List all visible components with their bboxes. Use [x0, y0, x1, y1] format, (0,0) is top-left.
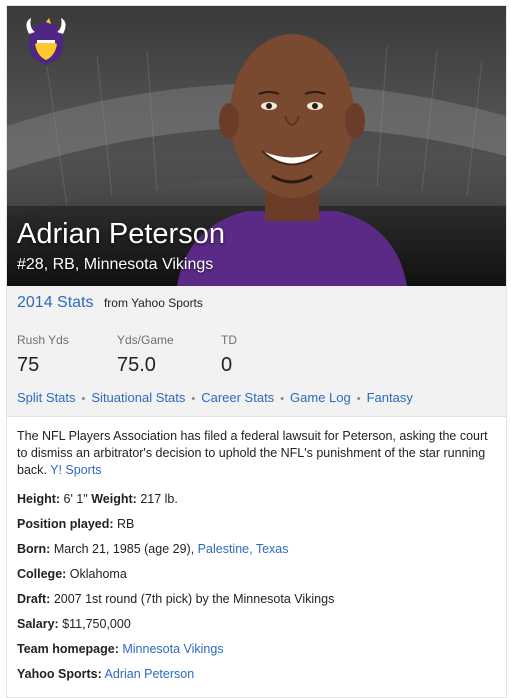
career-stats-link[interactable]: Career Stats [201, 390, 274, 405]
fact-position: Position played: RB [17, 517, 134, 531]
player-knowledge-card: Adrian Peterson #28, RB, Minnesota Vikin… [6, 5, 507, 698]
position-value: RB [117, 517, 135, 531]
fact-team-homepage: Team homepage: Minnesota Vikings [17, 642, 224, 656]
vikings-helmet-logo-icon [26, 18, 66, 64]
stats-header: 2014 Stats from Yahoo Sports [17, 294, 203, 312]
fact-height-weight: Height: 6' 1" Weight: 217 lb. [17, 492, 178, 506]
fantasy-link[interactable]: Fantasy [367, 390, 413, 405]
stat-label: TD [221, 333, 237, 347]
height-value: 6' 1" [63, 492, 88, 506]
stats-source: from Yahoo Sports [103, 296, 203, 310]
game-log-link[interactable]: Game Log [290, 390, 351, 405]
birthplace-link[interactable]: Palestine, Texas [198, 542, 289, 556]
player-subtitle: #28, RB, Minnesota Vikings [17, 256, 214, 273]
fact-draft: Draft: 2007 1st round (7th pick) by the … [17, 592, 334, 606]
height-label: Height: [17, 492, 61, 506]
stat-value: 0 [221, 354, 233, 376]
draft-value: 2007 1st round (7th pick) by the Minneso… [53, 592, 335, 606]
stat-yds-per-game: Yds/Game 75.0 [117, 333, 174, 377]
situational-stats-link[interactable]: Situational Stats [91, 390, 185, 405]
stats-panel: 2014 Stats from Yahoo Sports Rush Yds 75… [7, 286, 506, 417]
link-separator: • [191, 393, 196, 405]
yahoo-sports-label: Yahoo Sports: [17, 667, 102, 681]
player-hero-banner: Adrian Peterson #28, RB, Minnesota Vikin… [7, 6, 506, 286]
weight-label: Weight: [91, 492, 137, 506]
link-separator: • [280, 393, 285, 405]
fact-yahoo-sports: Yahoo Sports: Adrian Peterson [17, 667, 194, 681]
fact-college: College: Oklahoma [17, 567, 127, 581]
salary-label: Salary: [17, 617, 59, 631]
college-value: Oklahoma [69, 567, 127, 581]
stat-label: Rush Yds [17, 333, 69, 347]
yahoo-sports-profile-link[interactable]: Adrian Peterson [105, 667, 195, 681]
stats-title-link[interactable]: 2014 Stats [17, 294, 94, 311]
stat-value: 75 [17, 354, 40, 376]
stat-value: 75.0 [117, 354, 156, 376]
team-homepage-label: Team homepage: [17, 642, 119, 656]
fact-born: Born: March 21, 1985 (age 29), Palestine… [17, 542, 288, 556]
stat-label: Yds/Game [117, 333, 174, 347]
player-name: Adrian Peterson [17, 218, 225, 250]
draft-label: Draft: [17, 592, 51, 606]
born-value: March 21, 1985 (age 29), [53, 542, 195, 556]
born-label: Born: [17, 542, 51, 556]
salary-value: $11,750,000 [62, 617, 131, 631]
position-label: Position played: [17, 517, 114, 531]
split-stats-link[interactable]: Split Stats [17, 390, 76, 405]
fact-salary: Salary: $11,750,000 [17, 617, 131, 631]
stat-rush-yds: Rush Yds 75 [17, 333, 69, 377]
stat-td: TD 0 [221, 333, 237, 377]
college-label: College: [17, 567, 67, 581]
player-description: The NFL Players Association has filed a … [17, 428, 497, 479]
link-separator: • [81, 393, 86, 405]
team-homepage-link[interactable]: Minnesota Vikings [122, 642, 223, 656]
weight-value: 217 lb. [140, 492, 178, 506]
stats-links: Split Stats • Situational Stats • Career Sta… [17, 390, 413, 405]
link-separator: • [356, 393, 361, 405]
yahoo-sports-source-link[interactable]: Y! Sports [50, 463, 101, 477]
